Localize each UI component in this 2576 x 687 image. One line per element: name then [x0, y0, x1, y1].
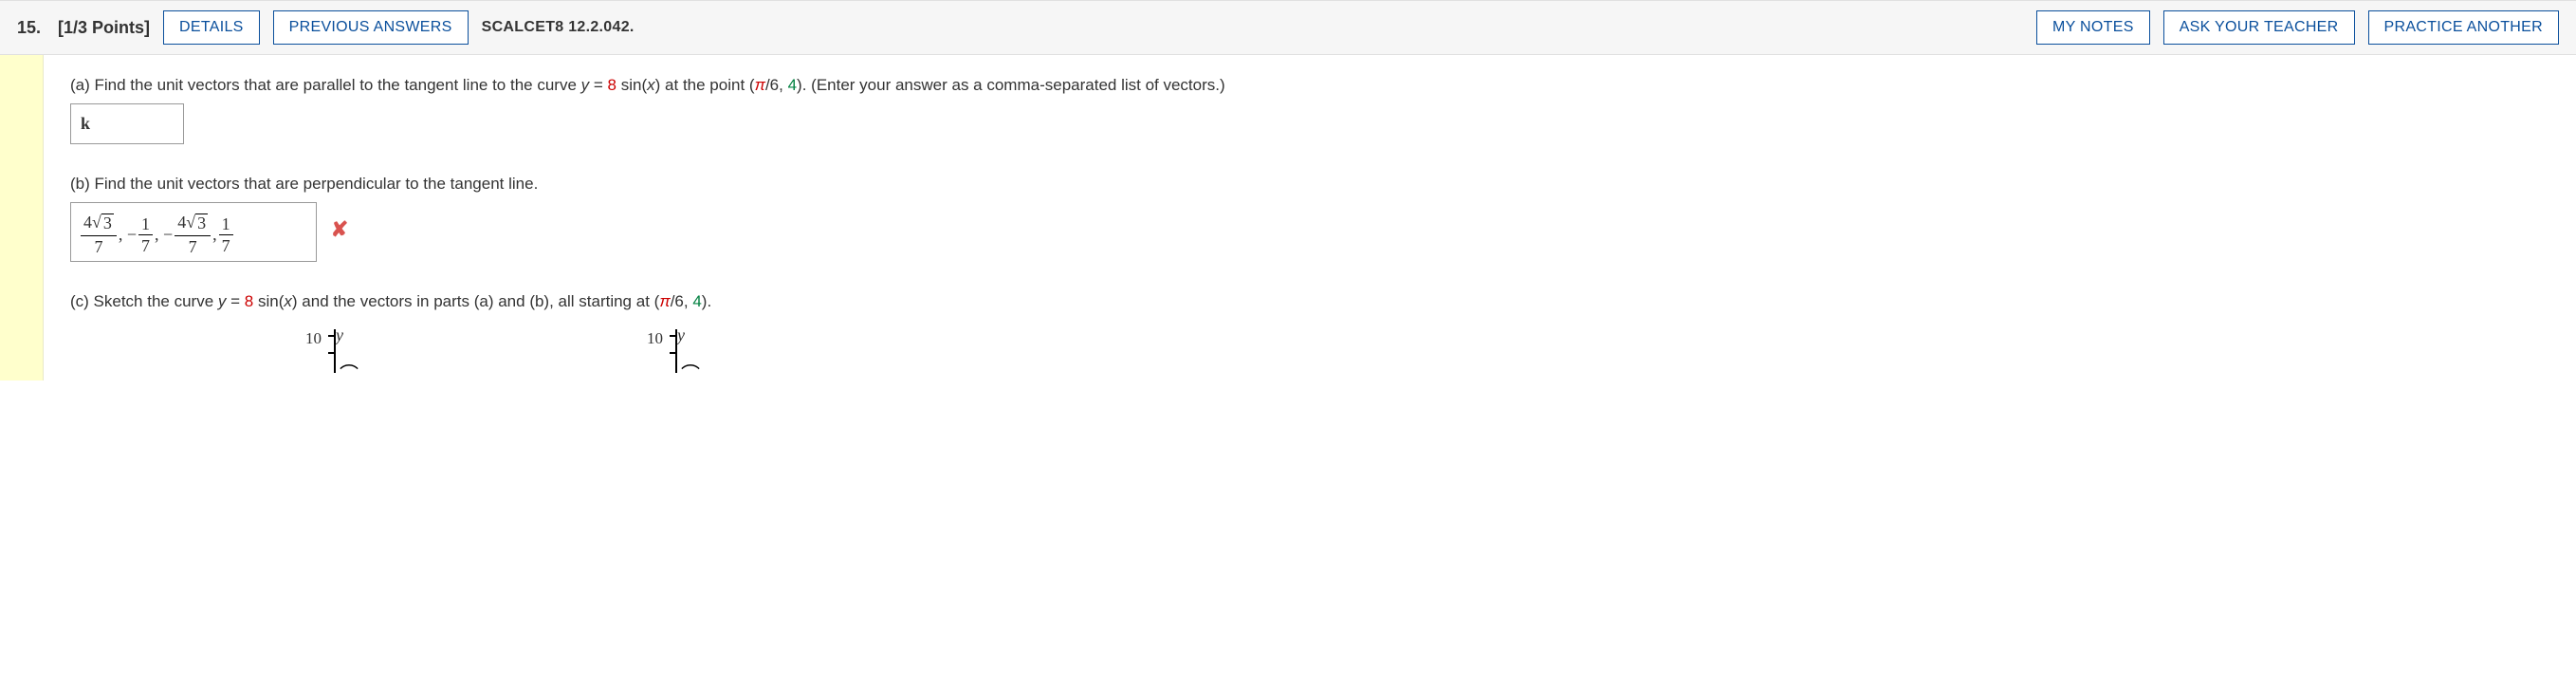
part-a-coeff: 8	[608, 76, 616, 94]
part-b-answer-input[interactable]: 4√3 7 , − 1 7 , − 4√3 7 , 1	[70, 202, 317, 262]
part-a-answer-value: k	[81, 114, 90, 133]
part-a-text1: (a) Find the unit vectors that are paral…	[70, 76, 581, 94]
d4: 7	[219, 235, 233, 254]
graph1-tick2	[328, 352, 334, 354]
ask-teacher-button[interactable]: ASK YOUR TEACHER	[2163, 10, 2355, 45]
part-a-four: 4	[788, 76, 797, 94]
part-c-pi: π	[659, 292, 670, 310]
part-a: (a) Find the unit vectors that are paral…	[70, 72, 2549, 144]
part-c-text2: and the vectors in parts (a) and (b), al…	[302, 292, 659, 310]
practice-another-button[interactable]: PRACTICE ANOTHER	[2368, 10, 2560, 45]
part-c-four: 4	[692, 292, 701, 310]
part-a-text4: ). (Enter your answer as a comma-separat…	[797, 76, 1225, 94]
content-row: (a) Find the unit vectors that are paral…	[0, 55, 2576, 381]
part-c-text4: ).	[702, 292, 711, 310]
question-number: 15.	[17, 18, 41, 38]
question-points: [1/3 Points]	[58, 18, 150, 38]
part-c-sin: sin(	[258, 292, 284, 310]
n1b: 3	[101, 214, 114, 233]
part-c-text1: (c) Sketch the curve	[70, 292, 218, 310]
d1: 7	[91, 236, 105, 255]
graph1-curve-hint: ⌒	[340, 360, 359, 390]
sqrt2: √3	[186, 214, 208, 233]
sep2: , −	[155, 221, 173, 249]
n2: 1	[138, 215, 153, 235]
graph2-curve-hint: ⌒	[681, 360, 700, 390]
graph2-tick2	[670, 352, 675, 354]
part-c-close: )	[292, 292, 298, 310]
part-c-y: y	[218, 292, 227, 310]
incorrect-icon: ✘	[331, 217, 348, 241]
part-c-x: x	[284, 292, 292, 310]
graph1-tick1	[328, 335, 334, 337]
graph-row: y 10 ⌒ y 10 ⌒	[70, 325, 2549, 373]
part-a-pi: π	[755, 76, 765, 94]
sqrt1: √3	[92, 214, 114, 233]
frac-2: 1 7	[138, 215, 153, 254]
graph2-yaxis	[675, 329, 677, 373]
question-header: 15. [1/3 Points] DETAILS PREVIOUS ANSWER…	[0, 0, 2576, 55]
graph1-yscale: 10	[305, 325, 322, 351]
n3a: 4	[177, 213, 186, 232]
n3b: 3	[195, 214, 208, 233]
part-a-close: )	[655, 76, 661, 94]
part-b: (b) Find the unit vectors that are perpe…	[70, 171, 2549, 262]
part-a-x: x	[647, 76, 655, 94]
part-b-answer-value: 4√3 7 , − 1 7 , − 4√3 7 , 1	[81, 214, 233, 255]
part-a-y: y	[581, 76, 590, 94]
n1a: 4	[83, 213, 92, 232]
n4: 1	[219, 215, 233, 235]
graph2-yscale: 10	[647, 325, 663, 351]
left-highlight-strip	[0, 55, 44, 381]
part-a-sin: sin(	[621, 76, 647, 94]
part-a-answer-input[interactable]: k	[70, 103, 184, 144]
graph2-ylabel: y	[677, 322, 685, 349]
graph1-ylabel: y	[336, 322, 343, 349]
part-c: (c) Sketch the curve y = 8 sin(x) and th…	[70, 288, 2549, 373]
question-content: (a) Find the unit vectors that are paral…	[44, 55, 2576, 381]
frac-1: 4√3 7	[81, 214, 117, 255]
part-a-eq: =	[594, 76, 608, 94]
part-a-text3: /6,	[765, 76, 788, 94]
my-notes-button[interactable]: MY NOTES	[2036, 10, 2150, 45]
sep1: , −	[119, 221, 137, 249]
part-b-text: (b) Find the unit vectors that are perpe…	[70, 171, 2549, 196]
d3: 7	[186, 236, 200, 255]
d2: 7	[138, 235, 153, 254]
part-c-eq: =	[230, 292, 245, 310]
graph2-tick1	[670, 335, 675, 337]
sep3: ,	[212, 221, 217, 249]
part-a-text2: at the point (	[665, 76, 755, 94]
previous-answers-button[interactable]: PREVIOUS ANSWERS	[273, 10, 469, 45]
part-c-text3: /6,	[671, 292, 693, 310]
frac-3: 4√3 7	[175, 214, 211, 255]
frac-4: 1 7	[219, 215, 233, 254]
details-button[interactable]: DETAILS	[163, 10, 260, 45]
question-reference: SCALCET8 12.2.042.	[482, 19, 635, 36]
part-c-coeff: 8	[245, 292, 253, 310]
graph1-yaxis	[334, 329, 336, 373]
